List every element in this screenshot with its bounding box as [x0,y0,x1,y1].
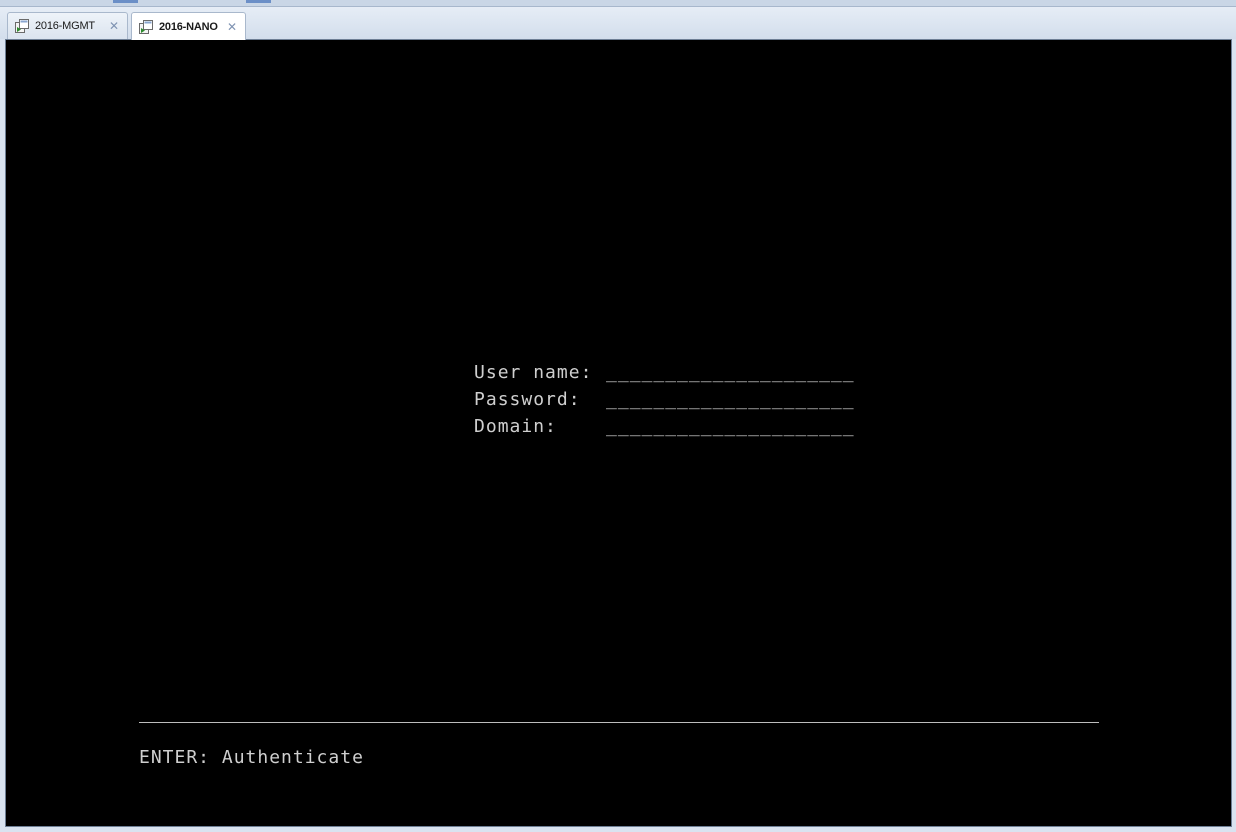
domain-label: Domain: [474,416,557,437]
tab-bar: 2016-MGMT ✕ 2016-NANO ✕ [0,7,1236,40]
console-screen[interactable]: User name: _____________________ Password… [5,39,1232,827]
top-strip [0,0,1236,7]
vm-console-icon [15,19,29,33]
domain-row: Domain: _____________________ [403,397,855,457]
tab-2016-nano[interactable]: 2016-NANO ✕ [131,12,246,40]
window-bottom-edge [0,827,1236,832]
vm-console-window: 2016-MGMT ✕ 2016-NANO ✕ User name: ______… [0,0,1236,832]
vm-console-icon [139,19,153,34]
strip-indicator [113,0,138,3]
tab-label: 2016-NANO [159,20,218,33]
strip-indicator [246,0,271,3]
domain-input[interactable]: _____________________ [606,417,855,437]
enter-hint: ENTER: Authenticate [139,747,364,768]
close-icon[interactable]: ✕ [107,20,121,32]
tab-label: 2016-MGMT [35,20,95,32]
tab-2016-mgmt[interactable]: 2016-MGMT ✕ [7,12,128,39]
footer-divider [139,722,1099,723]
close-icon[interactable]: ✕ [225,21,239,33]
